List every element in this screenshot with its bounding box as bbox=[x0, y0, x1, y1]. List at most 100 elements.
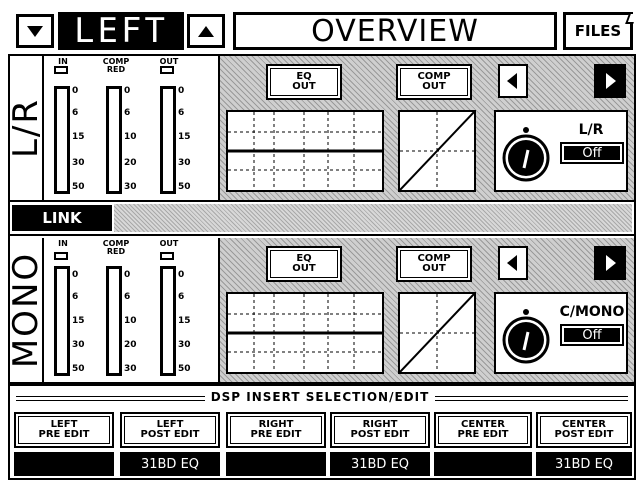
channel-prev-button[interactable] bbox=[16, 14, 54, 48]
meter-peak-out bbox=[160, 66, 174, 74]
scale-tick: 6 bbox=[72, 292, 79, 302]
scale-tick: 6 bbox=[178, 108, 185, 118]
meter-bar-out bbox=[160, 266, 176, 376]
eq-graph bbox=[226, 292, 384, 374]
dsp-slot-center-pre[interactable]: CENTER PRE EDIT bbox=[434, 412, 532, 448]
channel-name: LEFT bbox=[58, 11, 184, 51]
meter-title-comp-red: COMP RED bbox=[102, 57, 130, 74]
knob-label: C/MONO bbox=[559, 304, 625, 320]
scale-tick: 0 bbox=[124, 270, 131, 280]
triangle-up-icon bbox=[198, 25, 214, 37]
scale-tick: 0 bbox=[72, 270, 79, 280]
knob-icon[interactable] bbox=[500, 118, 556, 188]
meter-title-comp-red: COMP RED bbox=[102, 239, 130, 256]
nav-next-button[interactable] bbox=[594, 64, 626, 98]
eq-graph bbox=[226, 110, 384, 192]
scale-tick: 15 bbox=[178, 132, 191, 142]
link-button[interactable]: LINK bbox=[12, 205, 112, 231]
knob-icon[interactable] bbox=[500, 300, 556, 370]
scale-tick: 0 bbox=[124, 86, 131, 96]
channel-next-button[interactable] bbox=[187, 14, 225, 48]
meter-scale-comp-red: 0 6 10 20 30 bbox=[124, 86, 144, 196]
meter-bar-comp-red bbox=[106, 86, 122, 194]
scale-tick: 50 bbox=[72, 364, 85, 374]
scale-tick: 20 bbox=[124, 158, 137, 168]
meter-title-out: OUT bbox=[159, 239, 179, 248]
meter-group-mono: IN 0 6 15 30 50 COMP RED 0 6 10 20 30 OU… bbox=[44, 238, 214, 382]
comp-graph bbox=[398, 110, 476, 192]
scale-tick: 50 bbox=[178, 182, 191, 192]
scale-tick: 20 bbox=[124, 340, 137, 350]
dsp-slot-left-pre[interactable]: LEFT PRE EDIT bbox=[14, 412, 114, 448]
arrow-left-icon bbox=[507, 255, 517, 271]
knob-value[interactable]: Off bbox=[560, 324, 624, 346]
nav-prev-button[interactable] bbox=[498, 64, 528, 98]
meter-peak-in bbox=[54, 252, 68, 260]
dsp-slot-right-post[interactable]: RIGHT POST EDIT bbox=[330, 412, 430, 448]
knob-panel-mono: C/MONO Off bbox=[494, 292, 628, 374]
dsp-slot-center-post[interactable]: CENTER POST EDIT bbox=[536, 412, 632, 448]
dsp-value-center-pre bbox=[434, 452, 532, 476]
eq-curve-graph bbox=[228, 112, 382, 190]
meter-peak-out bbox=[160, 252, 174, 260]
scale-tick: 30 bbox=[72, 158, 85, 168]
dsp-slot-right-pre[interactable]: RIGHT PRE EDIT bbox=[226, 412, 326, 448]
files-corner-icon bbox=[625, 14, 637, 24]
dsp-title: DSP INSERT SELECTION/EDIT bbox=[204, 390, 436, 404]
comp-graph bbox=[398, 292, 476, 374]
meter-title-in: IN bbox=[58, 239, 68, 248]
meter-peak-in bbox=[54, 66, 68, 74]
scale-tick: 30 bbox=[124, 364, 137, 374]
scale-tick: 50 bbox=[178, 364, 191, 374]
meter-bar-in bbox=[54, 86, 70, 194]
comp-curve-graph bbox=[399, 293, 475, 373]
channel-label-lr: L/R bbox=[6, 56, 46, 200]
dsp-value-center-post: 31BD EQ bbox=[536, 452, 632, 476]
meter-group-lr: IN 0 6 15 30 50 COMP RED 0 6 10 20 30 OU… bbox=[44, 56, 214, 200]
meter-scale-out: 0 6 15 30 50 bbox=[178, 266, 198, 378]
comp-curve-graph bbox=[399, 111, 475, 191]
comp-out-button[interactable]: COMP OUT bbox=[396, 246, 472, 282]
scale-tick: 50 bbox=[72, 182, 85, 192]
channel-label-text: L/R bbox=[6, 97, 46, 159]
channel-label-text: MONO bbox=[6, 251, 47, 369]
scale-tick: 10 bbox=[124, 316, 137, 326]
arrow-right-icon bbox=[606, 255, 616, 271]
scale-tick: 6 bbox=[124, 292, 131, 302]
eq-out-button[interactable]: EQ OUT bbox=[266, 246, 342, 282]
meter-scale-in: 0 6 15 30 50 bbox=[72, 86, 92, 196]
meter-title-out: OUT bbox=[159, 57, 179, 66]
scale-tick: 6 bbox=[72, 108, 79, 118]
scale-tick: 0 bbox=[178, 86, 185, 96]
scale-tick: 15 bbox=[178, 316, 191, 326]
dsp-value-left-pre bbox=[14, 452, 114, 476]
scale-tick: 15 bbox=[72, 316, 85, 326]
scale-tick: 0 bbox=[72, 86, 79, 96]
nav-prev-button[interactable] bbox=[498, 246, 528, 280]
meter-title-in: IN bbox=[58, 57, 68, 66]
channel-label-mono: MONO bbox=[6, 238, 46, 382]
arrow-right-icon bbox=[606, 73, 616, 89]
scale-tick: 6 bbox=[178, 292, 185, 302]
scale-tick: 30 bbox=[72, 340, 85, 350]
knob-label: L/R bbox=[578, 122, 604, 138]
nav-next-button[interactable] bbox=[594, 246, 626, 280]
meter-bar-out bbox=[160, 86, 176, 194]
scale-tick: 30 bbox=[178, 158, 191, 168]
meter-bar-comp-red bbox=[106, 266, 122, 376]
scale-tick: 10 bbox=[124, 132, 137, 142]
knob-panel-lr: L/R Off bbox=[494, 110, 628, 192]
meter-scale-out: 0 6 15 30 50 bbox=[178, 86, 198, 196]
comp-out-button[interactable]: COMP OUT bbox=[396, 64, 472, 100]
eq-curve-graph bbox=[228, 294, 382, 372]
knob-value[interactable]: Off bbox=[560, 142, 624, 164]
triangle-down-icon bbox=[27, 25, 43, 37]
eq-out-button[interactable]: EQ OUT bbox=[266, 64, 342, 100]
arrow-left-icon bbox=[507, 73, 517, 89]
dsp-value-right-pre bbox=[226, 452, 326, 476]
files-button[interactable]: FILES bbox=[563, 12, 633, 50]
link-hatch bbox=[114, 204, 632, 232]
dsp-value-left-post: 31BD EQ bbox=[120, 452, 220, 476]
scale-tick: 30 bbox=[178, 340, 191, 350]
dsp-slot-left-post[interactable]: LEFT POST EDIT bbox=[120, 412, 220, 448]
